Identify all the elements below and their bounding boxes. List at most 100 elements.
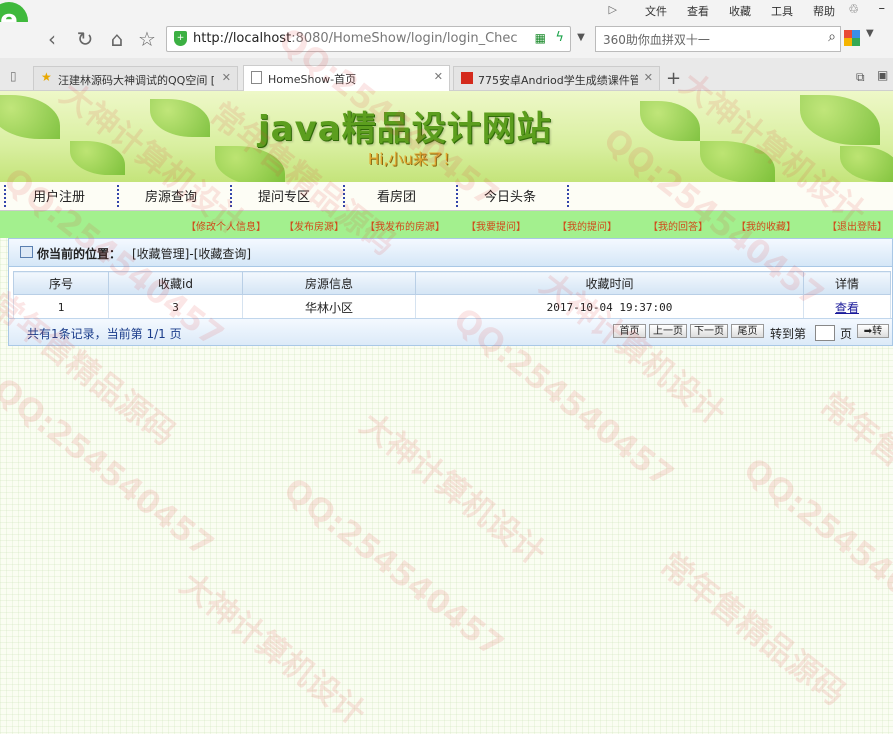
menu-help[interactable]: 帮助	[813, 3, 835, 19]
panel-icon	[20, 246, 33, 258]
column-header: 房源信息	[242, 271, 416, 295]
menu-tools[interactable]: 工具	[771, 3, 793, 19]
shield-icon: +	[174, 31, 187, 46]
last-page-button[interactable]: 尾页	[731, 324, 764, 338]
back-arrow-icon[interactable]: ‹	[39, 27, 65, 53]
tab-775-android[interactable]: 775安卓Andriod学生成绩课件管 ✕	[453, 66, 660, 90]
restore-tab-icon[interactable]: ⧉	[856, 70, 865, 85]
apps-icon[interactable]	[844, 30, 860, 46]
nav-house-search[interactable]: 房源查询	[145, 186, 197, 205]
menu-view[interactable]: 查看	[687, 3, 709, 19]
column-header: 详情	[803, 271, 891, 295]
tab-title: HomeShow-首页	[268, 73, 357, 86]
nav-headlines[interactable]: 今日头条	[484, 186, 536, 205]
link-ask-question[interactable]: 【我要提问】	[466, 218, 526, 233]
nav-separator	[567, 185, 569, 207]
address-bar[interactable]: + http://localhost:8080/HomeShow/login/l…	[166, 26, 571, 52]
close-icon[interactable]: ✕	[434, 70, 443, 83]
leaf-decoration	[70, 141, 125, 175]
nav-separator	[456, 185, 458, 207]
watermark: QQ:254540457	[0, 370, 221, 565]
nav-separator	[4, 185, 6, 207]
prev-page-button[interactable]: 上一页	[649, 324, 687, 338]
link-edit-profile[interactable]: 【修改个人信息】	[186, 218, 266, 233]
goto-label: 转到第	[770, 327, 807, 341]
close-icon[interactable]: ✕	[644, 71, 653, 84]
breadcrumb: [收藏管理]-[收藏查询]	[132, 247, 252, 261]
page-unit-label: 页	[840, 327, 853, 341]
skin-icon[interactable]: ♲	[848, 2, 859, 16]
qr-code-icon[interactable]: ▦	[535, 31, 546, 45]
close-icon[interactable]: ✕	[222, 71, 231, 84]
tab-menu-icon[interactable]: ▣	[877, 68, 888, 82]
location-label: 你当前的位置：	[37, 247, 122, 261]
nav-viewing-group[interactable]: 看房团	[377, 186, 416, 205]
link-my-favorites[interactable]: 【我的收藏】	[736, 218, 796, 233]
tab-title: 汪建林源码大神调试的QQ空间 [	[58, 74, 216, 87]
cell-time: 2017-10-04 19:37:00	[415, 294, 804, 320]
view-detail-link[interactable]: 查看	[835, 301, 859, 315]
favorites-panel: 你当前的位置： [收藏管理]-[收藏查询] 序号 收藏id 房源信息 收藏时间 …	[8, 238, 893, 346]
next-page-button[interactable]: 下一页	[690, 324, 728, 338]
nav-separator	[343, 185, 345, 207]
nav-register[interactable]: 用户注册	[33, 186, 85, 205]
minimize-icon[interactable]: –	[879, 1, 886, 16]
search-box[interactable]: 360助你血拼双十一 ⌕	[595, 26, 841, 52]
nav-questions[interactable]: 提问专区	[258, 186, 310, 205]
link-publish-house[interactable]: 【发布房源】	[284, 218, 344, 233]
leaf-decoration	[215, 146, 285, 182]
menu-favorites[interactable]: 收藏	[729, 3, 751, 19]
tab-bar: ▯ ★ 汪建林源码大神调试的QQ空间 [ ✕ HomeShow-首页 ✕ 775…	[0, 58, 893, 91]
leaf-decoration	[150, 99, 210, 137]
search-icon[interactable]: ⌕	[828, 29, 836, 45]
new-tab-button[interactable]: +	[666, 68, 681, 89]
nav-separator	[230, 185, 232, 207]
menu-file[interactable]: 文件	[645, 3, 667, 19]
tab-qq-space[interactable]: ★ 汪建林源码大神调试的QQ空间 [ ✕	[33, 66, 238, 90]
site-banner: java精品设计网站 Hi,小u来了！	[0, 91, 893, 182]
search-placeholder: 360助你血拼双十一	[603, 33, 710, 47]
url-host: http://localhost	[193, 31, 292, 46]
main-nav: 用户注册 房源查询 提问专区 看房团 今日头条	[0, 182, 893, 211]
leaf-decoration	[800, 95, 880, 145]
chevron-down-icon[interactable]: ▼	[866, 28, 874, 39]
url-rest: :8080/HomeShow/login/login_Chec	[291, 31, 518, 46]
browser-toolbar: ‹ ↻ ⌂ ☆ + http://localhost:8080/HomeShow…	[0, 22, 893, 58]
browser-menu-bar: ▷ 文件 查看 收藏 工具 帮助 ♲ –	[0, 0, 893, 22]
star-icon[interactable]: ☆	[134, 27, 160, 53]
goto-page-input[interactable]	[815, 325, 835, 341]
home-icon[interactable]: ⌂	[104, 27, 130, 53]
sidebar-toggle-icon[interactable]: ▷	[609, 3, 617, 16]
lightning-icon[interactable]: ϟ	[555, 30, 564, 45]
link-logout[interactable]: 【退出登陆】	[827, 218, 887, 233]
nav-separator	[117, 185, 119, 207]
cell-fav-id: 3	[108, 294, 243, 320]
favorites-table: 序号 收藏id 房源信息 收藏时间 详情 1 3 华林小区 2017-10-04…	[13, 271, 891, 320]
address-text[interactable]: http://localhost:8080/HomeShow/login/log…	[193, 31, 523, 46]
cell-house: 华林小区	[242, 294, 416, 320]
site-subtitle: Hi,小u来了！	[368, 150, 458, 168]
link-my-questions[interactable]: 【我的提问】	[557, 218, 617, 233]
link-my-answers[interactable]: 【我的回答】	[648, 218, 708, 233]
leaf-decoration	[0, 95, 60, 139]
watermark: 常年售精品源码	[812, 384, 893, 553]
tab-homeshow[interactable]: HomeShow-首页 ✕	[243, 65, 450, 91]
tab-list-icon[interactable]: ▯	[10, 69, 17, 83]
watermark: 大神计算机设计	[352, 404, 553, 573]
leaf-decoration	[640, 101, 700, 141]
leaf-decoration	[840, 146, 893, 182]
first-page-button[interactable]: 首页	[613, 324, 646, 338]
column-header: 序号	[13, 271, 109, 295]
page-icon	[251, 71, 262, 84]
table-header-row: 序号 收藏id 房源信息 收藏时间 详情	[13, 271, 891, 295]
column-header: 收藏id	[108, 271, 243, 295]
site-favicon-icon	[461, 72, 473, 84]
watermark: QQ:254540457	[736, 450, 893, 645]
table-row: 1 3 华林小区 2017-10-04 19:37:00 查看	[13, 294, 891, 320]
link-my-houses[interactable]: 【我发布的房源】	[365, 218, 445, 233]
reload-icon[interactable]: ↻	[72, 27, 98, 53]
chevron-down-icon[interactable]: ▼	[572, 27, 590, 49]
go-button[interactable]: ➡转	[857, 324, 889, 338]
column-header: 收藏时间	[415, 271, 804, 295]
browser-menus: 文件 查看 收藏 工具 帮助	[645, 3, 835, 19]
